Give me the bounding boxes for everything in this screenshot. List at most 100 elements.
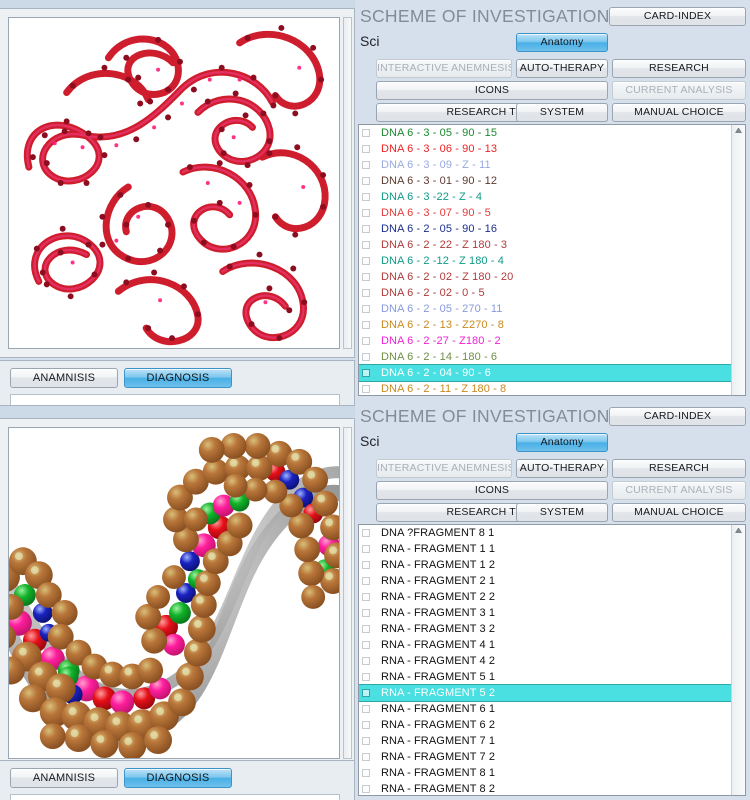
list-item[interactable]: DNA 6 - 3 - 07 - 90 - 5 (359, 205, 731, 221)
list-item[interactable]: RNA - FRAGMENT 3 2 (359, 621, 731, 637)
list-item[interactable]: RNA - FRAGMENT 5 1 (359, 669, 731, 685)
checkbox-icon[interactable] (362, 753, 370, 761)
icons-button-top[interactable]: ICONS (376, 81, 608, 100)
checkbox-icon[interactable] (362, 689, 370, 697)
checkbox-icon[interactable] (362, 785, 370, 793)
list-item[interactable]: DNA 6 - 2 - 11 - Z 180 - 8 (359, 381, 731, 395)
scroll-up-arrow-icon-top[interactable] (735, 126, 742, 133)
list-item[interactable]: DNA 6 - 2 -27 - Z180 - 2 (359, 333, 731, 349)
list-item[interactable]: DNA 6 - 3 - 09 - Z - 11 (359, 157, 731, 173)
system-button-top[interactable]: SYSTEM (516, 103, 608, 122)
manual-choice-button-top[interactable]: MANUAL CHOICE (612, 103, 746, 122)
anatomy-button-bottom[interactable]: Anatomy (516, 433, 608, 452)
checkbox-icon[interactable] (362, 241, 370, 249)
checkbox-icon[interactable] (362, 769, 370, 777)
list-item[interactable]: DNA 6 - 2 - 02 - Z 180 - 20 (359, 269, 731, 285)
scroll-up-arrow-icon-bottom[interactable] (735, 526, 742, 533)
list-item[interactable]: DNA 6 - 2 -12 - Z 180 - 4 (359, 253, 731, 269)
list-item[interactable]: DNA 6 - 2 - 02 - 0 - 5 (359, 285, 731, 301)
checkbox-icon[interactable] (362, 193, 370, 201)
checkbox-icon[interactable] (362, 289, 370, 297)
list-item[interactable]: DNA 6 - 3 - 06 - 90 - 13 (359, 141, 731, 157)
checkbox-icon[interactable] (362, 561, 370, 569)
viewer-scrollbar-top[interactable] (343, 17, 352, 349)
list-item[interactable]: RNA - FRAGMENT 2 2 (359, 589, 731, 605)
list-item[interactable]: RNA - FRAGMENT 3 1 (359, 605, 731, 621)
anamnisis-button-bottom[interactable]: ANAMNISIS (10, 768, 118, 788)
molecule-canvas-top[interactable] (8, 17, 340, 349)
checkbox-icon[interactable] (362, 129, 370, 137)
checkbox-icon[interactable] (362, 593, 370, 601)
system-button-bottom[interactable]: SYSTEM (516, 503, 608, 522)
checkbox-icon[interactable] (362, 145, 370, 153)
list-item[interactable]: DNA 6 - 3 - 05 - 90 - 15 (359, 125, 731, 141)
current-analysis-button-bottom[interactable]: CURRENT ANALYSIS (612, 481, 746, 500)
checkbox-icon[interactable] (362, 705, 370, 713)
list-item[interactable]: RNA - FRAGMENT 4 1 (359, 637, 731, 653)
checkbox-icon[interactable] (362, 257, 370, 265)
checkbox-icon[interactable] (362, 273, 370, 281)
list-item[interactable]: DNA 6 - 3 - 01 - 90 - 12 (359, 173, 731, 189)
diagnosis-button-bottom[interactable]: DIAGNOSIS (124, 768, 232, 788)
checkbox-icon[interactable] (362, 673, 370, 681)
list-item[interactable]: RNA - FRAGMENT 6 1 (359, 701, 731, 717)
checkbox-icon[interactable] (362, 225, 370, 233)
list-item[interactable]: RNA - FRAGMENT 7 2 (359, 749, 731, 765)
list-item[interactable]: RNA - FRAGMENT 1 1 (359, 541, 731, 557)
icons-button-bottom[interactable]: ICONS (376, 481, 608, 500)
list-item[interactable]: RNA - FRAGMENT 8 2 (359, 781, 731, 795)
list-item[interactable]: DNA 6 - 2 - 05 - 270 - 11 (359, 301, 731, 317)
list-item[interactable]: RNA - FRAGMENT 2 1 (359, 573, 731, 589)
checkbox-icon[interactable] (362, 625, 370, 633)
research-button-bottom[interactable]: RESEARCH (612, 459, 746, 478)
checkbox-icon[interactable] (362, 321, 370, 329)
manual-choice-button-bottom[interactable]: MANUAL CHOICE (612, 503, 746, 522)
interactive-anemnesis-button-bottom[interactable]: INTERACTIVE ANEMNESIS (376, 459, 512, 478)
molecule-canvas-bottom[interactable] (8, 427, 340, 759)
checkbox-icon[interactable] (362, 305, 370, 313)
current-analysis-button-top[interactable]: CURRENT ANALYSIS (612, 81, 746, 100)
checkbox-icon[interactable] (362, 385, 370, 393)
list-item[interactable]: RNA - FRAGMENT 6 2 (359, 717, 731, 733)
checkbox-icon[interactable] (362, 161, 370, 169)
checkbox-icon[interactable] (362, 657, 370, 665)
card-index-button-top[interactable]: CARD-INDEX (609, 7, 746, 26)
checkbox-icon[interactable] (362, 209, 370, 217)
checkbox-icon[interactable] (362, 369, 370, 377)
list-item[interactable]: RNA - FRAGMENT 7 1 (359, 733, 731, 749)
diagnosis-button-top[interactable]: DIAGNOSIS (124, 368, 232, 388)
checkbox-icon[interactable] (362, 337, 370, 345)
checkbox-icon[interactable] (362, 577, 370, 585)
checkbox-icon[interactable] (362, 529, 370, 537)
list-item[interactable]: RNA - FRAGMENT 8 1 (359, 765, 731, 781)
auto-therapy-button-bottom[interactable]: AUTO-THERAPY (516, 459, 608, 478)
list-item[interactable]: DNA ?FRAGMENT 8 1 (359, 525, 731, 541)
viewer-scrollbar-bottom[interactable] (343, 427, 352, 759)
list-item[interactable]: DNA 6 - 2 - 14 - 180 - 6 (359, 349, 731, 365)
dna-list-scrollbar-top[interactable] (731, 125, 745, 395)
rna-listbox-bottom[interactable]: DNA ?FRAGMENT 8 1RNA - FRAGMENT 1 1RNA -… (358, 524, 746, 796)
list-item[interactable]: DNA 6 - 2 - 05 - 90 - 16 (359, 221, 731, 237)
list-item[interactable]: DNA 6 - 2 - 13 - Z270 - 8 (359, 317, 731, 333)
interactive-anemnesis-button-top[interactable]: INTERACTIVE ANEMNESIS (376, 59, 512, 78)
checkbox-icon[interactable] (362, 609, 370, 617)
checkbox-icon[interactable] (362, 721, 370, 729)
list-item[interactable]: RNA - FRAGMENT 5 2 (359, 685, 731, 701)
checkbox-icon[interactable] (362, 353, 370, 361)
anamnisis-button-top[interactable]: ANAMNISIS (10, 368, 118, 388)
checkbox-icon[interactable] (362, 737, 370, 745)
card-index-button-bottom[interactable]: CARD-INDEX (609, 407, 746, 426)
dna-listbox-top[interactable]: DNA 6 - 3 - 05 - 90 - 15DNA 6 - 3 - 06 -… (358, 124, 746, 396)
rna-list-scrollbar-bottom[interactable] (731, 525, 745, 795)
auto-therapy-button-top[interactable]: AUTO-THERAPY (516, 59, 608, 78)
list-item[interactable]: RNA - FRAGMENT 1 2 (359, 557, 731, 573)
list-item[interactable]: RNA - FRAGMENT 4 2 (359, 653, 731, 669)
checkbox-icon[interactable] (362, 641, 370, 649)
list-item[interactable]: DNA 6 - 2 - 04 - 90 - 6 (359, 365, 731, 381)
research-button-top[interactable]: RESEARCH (612, 59, 746, 78)
list-item[interactable]: DNA 6 - 3 -22 - Z - 4 (359, 189, 731, 205)
list-item[interactable]: DNA 6 - 2 - 22 - Z 180 - 3 (359, 237, 731, 253)
checkbox-icon[interactable] (362, 545, 370, 553)
checkbox-icon[interactable] (362, 177, 370, 185)
anatomy-button-top[interactable]: Anatomy (516, 33, 608, 52)
